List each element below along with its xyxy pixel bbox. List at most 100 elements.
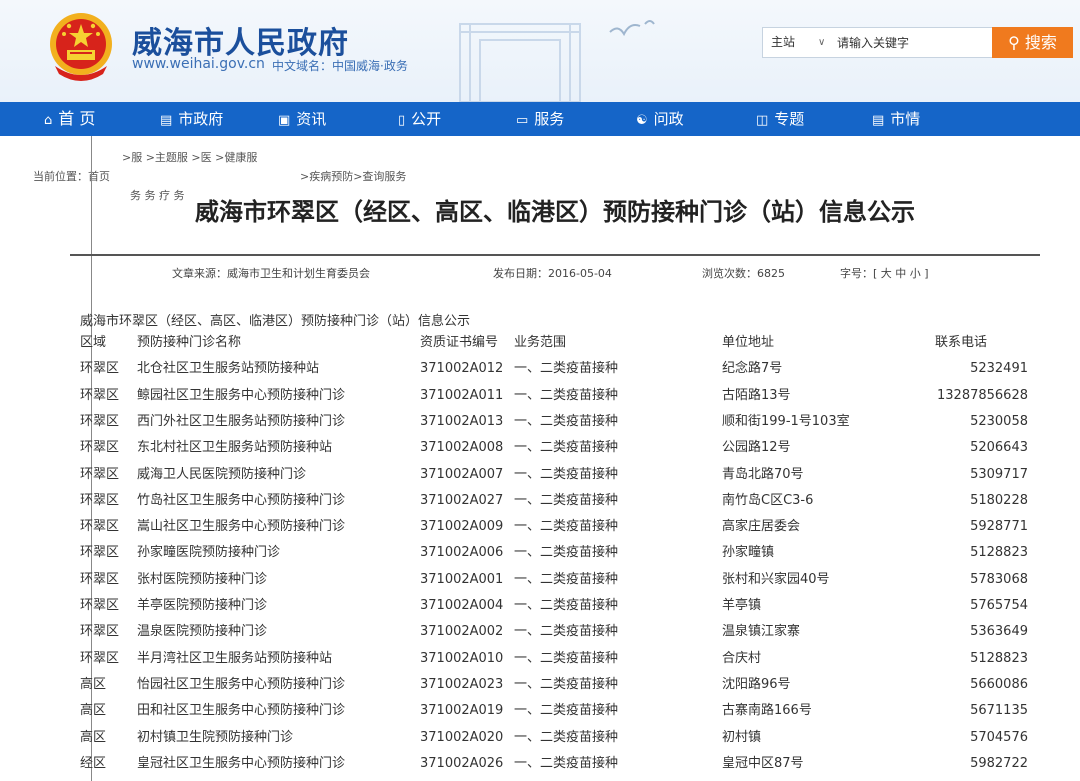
- phone-cell: 5982722: [970, 755, 1028, 771]
- scope-cell: 一、二类疫苗接种: [514, 729, 619, 745]
- table-row: 环翠区 鲸园社区卫生服务中心预防接种门诊 371002A011 一、二类疫苗接种 古陌路…: [0, 383, 1080, 409]
- table-row: 环翠区 孙家疃医院预防接种门诊 371002A006 一、二类疫苗接种 孙家疃镇 5128…: [0, 540, 1080, 566]
- area-cell: 环翠区: [80, 361, 120, 377]
- table-row: 环翠区 嵩山社区卫生服务中心预防接种门诊 371002A009 一、二类疫苗接种 高家庄…: [0, 514, 1080, 540]
- name-cell: 张村医院预防接种门诊: [137, 571, 268, 587]
- title-divider: [70, 254, 1040, 256]
- column-header: 预防接种门诊名称: [137, 335, 242, 350]
- table-row: 环翠区 威海卫人民医院预防接种门诊 371002A007 一、二类疫苗接种 青岛北路70…: [0, 462, 1080, 488]
- nav-inquiry[interactable]: ☯ 问政: [636, 102, 684, 136]
- column-header: 区域: [80, 335, 107, 350]
- scope-cell: 一、二类疫苗接种: [514, 598, 619, 613]
- address-cell: 古陌路13号: [722, 387, 791, 403]
- phone-cell: 5363649: [970, 624, 1028, 640]
- phone-cell: 5671135: [970, 703, 1028, 719]
- nav-city-info[interactable]: ▤ 市情: [872, 102, 920, 136]
- name-cell: 竹岛社区卫生服务中心预防接种门诊: [137, 492, 346, 508]
- scope-cell: 一、二类疫苗接种: [514, 703, 619, 719]
- scope-cell: 一、二类疫苗接种: [514, 440, 619, 456]
- address-cell: 温泉镇江家寨: [722, 624, 801, 640]
- nav-public[interactable]: ▯ 公开: [398, 102, 441, 136]
- area-cell: 环翠区: [80, 492, 120, 508]
- phone-cell: 5206643: [970, 440, 1028, 456]
- name-cell: 皇冠社区卫生服务中心预防接种门诊: [137, 755, 346, 771]
- address-cell: 张村和兴家园40号: [722, 571, 830, 587]
- phone-cell: 5128823: [970, 545, 1028, 561]
- cert-cell: 371002A009: [420, 519, 504, 535]
- search-scope-select[interactable]: 主站: [771, 28, 795, 57]
- scope-cell: 一、二类疫苗接种: [514, 755, 619, 771]
- table-row: 高区 田和社区卫生服务中心预防接种门诊 371002A019 一、二类疫苗接种 古寨南路…: [0, 698, 1080, 724]
- area-cell: 环翠区: [80, 624, 120, 640]
- name-cell: 西门外社区卫生服务站预防接种门诊: [137, 413, 346, 429]
- main-nav: ⌂ 首 页 ▤ 市政府 ▣ 资讯 ▯ 公开 ▭ 服务 ☯ 问政 ◫ 专题 ▤ 市情: [0, 102, 1080, 136]
- name-cell: 半月湾社区卫生服务站预防接种站: [137, 650, 333, 666]
- site-header: 威海市人民政府 www.weihai.gov.cn 中文域名：中国威海·政务 主…: [0, 0, 1080, 102]
- nav-topics[interactable]: ◫ 专题: [756, 102, 804, 136]
- home-icon: ⌂: [44, 113, 53, 128]
- cert-cell: 371002A011: [420, 387, 504, 403]
- article-source: 文章来源：威海市卫生和计划生育委员会: [172, 267, 370, 280]
- name-cell: 温泉医院预防接种门诊: [137, 624, 268, 640]
- cert-cell: 371002A006: [420, 545, 504, 561]
- table-header: 区域 预防接种门诊名称 资质证书编号 业务范围 单位地址 联系电话: [0, 330, 1080, 356]
- cert-cell: 371002A008: [420, 440, 504, 456]
- area-cell: 环翠区: [80, 598, 120, 613]
- nav-news[interactable]: ▣ 资讯: [278, 102, 326, 136]
- area-cell: 环翠区: [80, 387, 120, 403]
- cert-cell: 371002A026: [420, 755, 504, 771]
- table-row: 环翠区 北仓社区卫生服务站预防接种站 371002A012 一、二类疫苗接种 纪念路7号…: [0, 356, 1080, 382]
- address-cell: 公园路12号: [722, 440, 791, 456]
- address-cell: 初村镇: [722, 729, 762, 745]
- cert-cell: 371002A027: [420, 492, 504, 508]
- address-cell: 沈阳路96号: [722, 676, 791, 692]
- scope-cell: 一、二类疫苗接种: [514, 466, 619, 482]
- area-cell: 环翠区: [80, 650, 120, 666]
- scope-cell: 一、二类疫苗接种: [514, 545, 619, 561]
- cert-cell: 371002A002: [420, 624, 504, 640]
- national-emblem-icon: [50, 13, 112, 81]
- address-cell: 孙家疃镇: [722, 545, 775, 561]
- phone-cell: 5180228: [970, 492, 1028, 508]
- name-cell: 北仓社区卫生服务站预防接种站: [137, 361, 320, 377]
- search-button[interactable]: ⚲ 搜索: [992, 27, 1073, 58]
- phone-cell: 5660086: [970, 676, 1028, 692]
- topic-icon: ◫: [756, 113, 769, 128]
- area-cell: 环翠区: [80, 571, 120, 587]
- nav-home[interactable]: ⌂ 首 页: [44, 102, 95, 136]
- site-url[interactable]: www.weihai.gov.cn: [132, 56, 265, 72]
- site-domain: 中文域名：中国威海·政务: [272, 59, 408, 73]
- phone-cell: 5232491: [970, 361, 1028, 377]
- phone-cell: 5783068: [970, 571, 1028, 587]
- search-input[interactable]: [835, 31, 991, 55]
- phone-cell: 5309717: [970, 466, 1028, 482]
- address-cell: 古寨南路166号: [722, 703, 812, 719]
- scope-cell: 一、二类疫苗接种: [514, 519, 619, 535]
- scope-cell: 一、二类疫苗接种: [514, 676, 619, 692]
- cert-cell: 371002A010: [420, 650, 504, 666]
- name-cell: 孙家疃医院预防接种门诊: [137, 545, 281, 561]
- scope-cell: 一、二类疫苗接种: [514, 387, 619, 403]
- cert-cell: 371002A004: [420, 598, 504, 613]
- nav-service[interactable]: ▭ 服务: [516, 102, 564, 136]
- scope-cell: 一、二类疫苗接种: [514, 492, 619, 508]
- name-cell: 威海卫人民医院预防接种门诊: [137, 466, 307, 482]
- table-row: 环翠区 半月湾社区卫生服务站预防接种站 371002A010 一、二类疫苗接种 合庆村 5…: [0, 646, 1080, 672]
- city-gate-decoration: [459, 20, 655, 102]
- name-cell: 初村镇卫生院预防接种门诊: [137, 729, 294, 745]
- phone-cell: 5765754: [970, 598, 1028, 613]
- phone-cell: 13287856628: [937, 387, 1028, 403]
- scope-cell: 一、二类疫苗接种: [514, 571, 619, 587]
- nav-city-gov[interactable]: ▤ 市政府: [160, 102, 223, 136]
- breadcrumb[interactable]: 当前位置：首页: [33, 168, 110, 184]
- breadcrumb-top[interactable]: >服 >主题服 >医 >健康服: [122, 149, 257, 165]
- building-icon: ▤: [160, 113, 173, 128]
- area-cell: 高区: [80, 676, 107, 692]
- phone-cell: 5928771: [970, 519, 1028, 535]
- table-row: 高区 怡园社区卫生服务中心预防接种门诊 371002A023 一、二类疫苗接种 沈阳路9…: [0, 672, 1080, 698]
- table-row: 环翠区 张村医院预防接种门诊 371002A001 一、二类疫苗接种 张村和兴家园40号…: [0, 567, 1080, 593]
- chevron-down-icon[interactable]: ∨: [818, 28, 825, 57]
- area-cell: 高区: [80, 729, 107, 745]
- breadcrumb-mid[interactable]: >疾病预防>查询服务: [300, 168, 406, 184]
- font-size-control[interactable]: 字号：[ 大 中 小 ]: [840, 265, 929, 281]
